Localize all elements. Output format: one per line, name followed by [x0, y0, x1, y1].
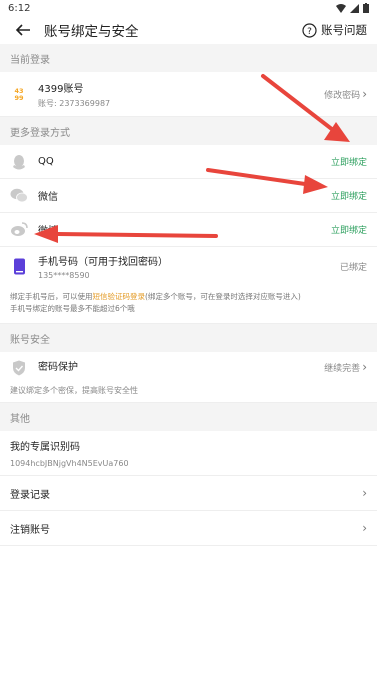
weibo-label: 微博	[38, 226, 58, 237]
weibo-icon	[10, 221, 28, 239]
login-method-qq[interactable]: QQ 立即绑定	[0, 145, 377, 179]
current-account-row[interactable]: 43 99 4399账号 账号: 2373369987 修改密码 ›	[0, 72, 377, 117]
qq-label: QQ	[38, 156, 54, 167]
current-account-info: 4399账号 账号: 2373369987	[38, 80, 324, 109]
change-password-label: 修改密码	[324, 90, 361, 101]
wechat-label: 微信	[38, 192, 58, 203]
status-icons	[336, 3, 369, 13]
password-protection-row[interactable]: 密码保护 建议绑定多个密保，提高账号安全性 继续完善 ›	[0, 352, 377, 403]
bind-weibo-button[interactable]: 立即绑定	[331, 223, 367, 236]
4399-logo-icon: 43 99	[10, 85, 28, 103]
status-time: 6:12	[8, 2, 31, 14]
unique-id-row[interactable]: 我的专属识别码 1094hcbJBNjgVh4N5EvUa760	[0, 431, 377, 476]
phone-info: 手机号码（可用于找回密码） 135****8590	[38, 253, 340, 280]
password-protection-info: 密码保护 建议绑定多个密保，提高账号安全性	[10, 358, 324, 396]
phone-bound-status: 已绑定	[339, 262, 367, 273]
phone-label: 手机号码（可用于找回密码）	[38, 256, 168, 268]
chevron-right-icon: ›	[362, 87, 367, 101]
login-record-row[interactable]: 登录记录 ›	[0, 476, 377, 511]
sms-login-link[interactable]: 短信验证码登录	[93, 292, 146, 301]
shield-icon	[10, 359, 28, 377]
continue-improve-link[interactable]: 继续完善 ›	[324, 360, 367, 374]
section-account-security: 账号安全	[0, 324, 377, 352]
note-part2: (绑定多个账号，可在登录时选择对应账号进入)	[145, 292, 301, 301]
back-button[interactable]	[12, 19, 34, 41]
unique-id-value: 1094hcbJBNjgVh4N5EvUa760	[10, 459, 129, 468]
login-record-label: 登录记录	[10, 489, 50, 501]
status-bar: 6:12	[0, 0, 377, 16]
section-current-login: 当前登录	[0, 44, 377, 72]
note-part1: 绑定手机号后，可以使用	[10, 292, 93, 301]
phone-icon	[10, 257, 28, 275]
unique-id-info: 我的专属识别码 1094hcbJBNjgVh4N5EvUa760	[10, 438, 367, 468]
section-more-login: 更多登录方式	[0, 117, 377, 145]
cancel-account-row[interactable]: 注销账号 ›	[0, 511, 377, 546]
back-arrow-icon	[15, 24, 30, 36]
signal-icon	[350, 3, 359, 13]
svg-text:99: 99	[14, 94, 24, 102]
app-header: 账号绑定与安全 ? 账号问题	[0, 16, 377, 44]
password-protection-label: 密码保护	[38, 362, 78, 373]
chevron-right-icon: ›	[362, 486, 367, 500]
change-password-link[interactable]: 修改密码 ›	[324, 87, 367, 101]
page-title: 账号绑定与安全	[44, 24, 139, 40]
qq-icon	[10, 153, 28, 171]
chevron-right-icon: ›	[362, 521, 367, 535]
bind-qq-button[interactable]: 立即绑定	[331, 155, 367, 168]
phone-row[interactable]: 手机号码（可用于找回密码） 135****8590 已绑定	[0, 247, 377, 285]
help-label: 账号问题	[321, 23, 367, 37]
account-help-button[interactable]: ? 账号问题	[302, 22, 367, 38]
battery-icon	[363, 3, 369, 13]
phone-number: 135****8590	[38, 270, 90, 280]
unique-id-label: 我的专属识别码	[10, 442, 80, 453]
phone-binding-note: 绑定手机号后，可以使用短信验证码登录(绑定多个账号，可在登录时选择对应账号进入)…	[0, 285, 377, 324]
password-protection-hint: 建议绑定多个密保，提高账号安全性	[10, 386, 138, 395]
help-circle-icon: ?	[302, 22, 317, 38]
svg-text:?: ?	[307, 27, 312, 37]
login-method-weibo[interactable]: 微博 立即绑定	[0, 213, 377, 247]
bind-wechat-button[interactable]: 立即绑定	[331, 189, 367, 202]
account-name: 4399账号	[38, 83, 84, 95]
note-line2: 手机号绑定的账号最多不能超过6个哦	[10, 304, 135, 313]
login-method-wechat[interactable]: 微信 立即绑定	[0, 179, 377, 213]
chevron-right-icon: ›	[362, 360, 367, 374]
wifi-icon	[336, 3, 346, 13]
continue-improve-label: 继续完善	[324, 363, 361, 374]
section-other: 其他	[0, 403, 377, 431]
wechat-icon	[10, 187, 28, 205]
cancel-account-label: 注销账号	[10, 524, 50, 536]
account-number: 账号: 2373369987	[38, 98, 111, 108]
